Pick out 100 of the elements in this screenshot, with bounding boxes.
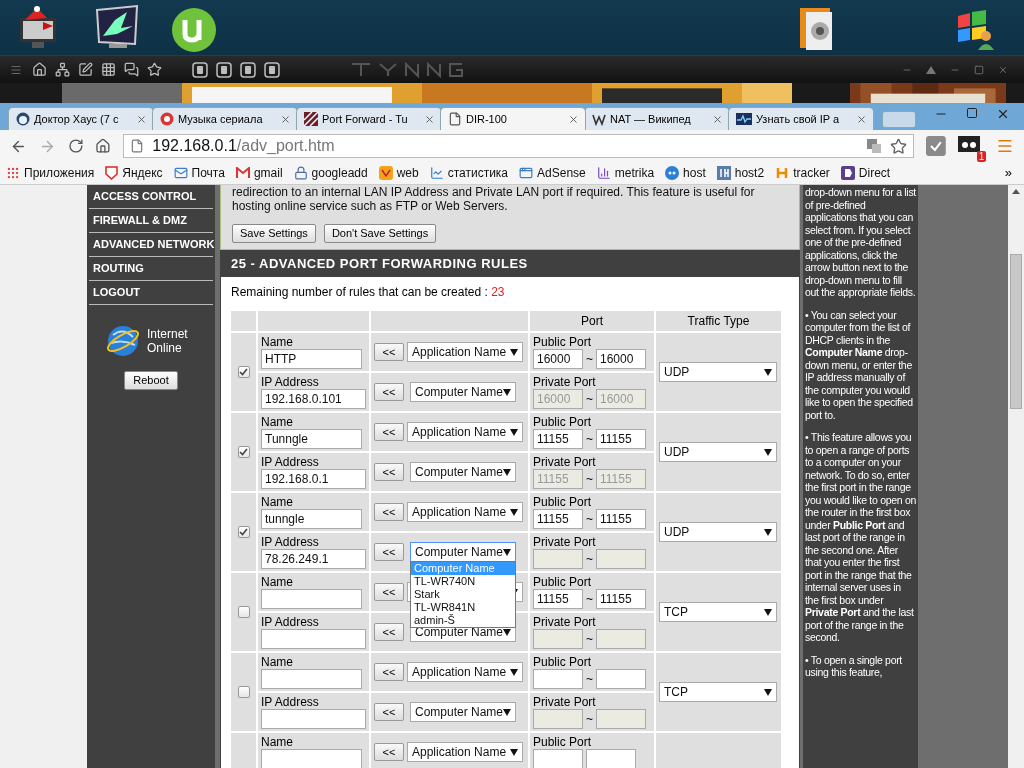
checkbox[interactable] bbox=[237, 446, 250, 458]
bookmark[interactable]: Яндекс bbox=[105, 164, 163, 182]
sidebar-item[interactable]: ACCESS CONTROL bbox=[89, 185, 213, 209]
sidebar-item[interactable]: LOGOUT bbox=[89, 281, 213, 305]
port-field[interactable] bbox=[533, 629, 583, 649]
fill-button[interactable]: << bbox=[374, 743, 404, 761]
more-bookmarks[interactable]: » bbox=[1004, 163, 1018, 183]
computer-select[interactable]: Computer Name bbox=[410, 462, 516, 482]
sidebar-item[interactable]: FIREWALL & DMZ bbox=[89, 209, 213, 233]
port-field[interactable]: 11155 bbox=[533, 589, 583, 609]
ip-address-field[interactable]: 192.168.0.101 bbox=[261, 389, 366, 409]
port-field[interactable] bbox=[596, 629, 646, 649]
traffic-type-select[interactable]: TCP bbox=[659, 602, 777, 622]
dropdown-option[interactable]: Stark bbox=[411, 588, 515, 601]
application-select[interactable]: Application Name bbox=[407, 502, 523, 522]
port-field[interactable]: 11155 bbox=[533, 509, 583, 529]
computer-select[interactable]: Computer Name bbox=[410, 382, 516, 402]
application-select[interactable]: Application Name bbox=[407, 742, 523, 762]
mu-circle-icon[interactable] bbox=[170, 6, 218, 52]
bookmark[interactable]: metrika bbox=[596, 164, 655, 182]
chat-icon[interactable] bbox=[124, 62, 139, 77]
ip-address-field[interactable]: 192.168.0.1 bbox=[261, 469, 366, 489]
screen-bird-icon[interactable] bbox=[93, 4, 141, 50]
scroll-up-icon[interactable] bbox=[1012, 189, 1020, 194]
menu-icon[interactable] bbox=[10, 63, 22, 76]
close-icon[interactable] bbox=[280, 113, 291, 125]
port-field[interactable]: 16000 bbox=[596, 349, 646, 369]
name-field[interactable]: Tunngle bbox=[261, 429, 362, 449]
browser-tab[interactable]: Музыка сериала bbox=[152, 107, 298, 130]
check-square-icon[interactable] bbox=[926, 136, 947, 156]
sidebar-item[interactable]: ADVANCED NETWORK bbox=[89, 233, 213, 257]
name-field[interactable] bbox=[261, 749, 362, 768]
star-icon[interactable] bbox=[147, 62, 162, 77]
port-field[interactable]: 11155 bbox=[533, 429, 583, 449]
monitor-icon[interactable] bbox=[17, 6, 59, 50]
edit-icon[interactable] bbox=[78, 62, 93, 77]
browser-tab[interactable]: Узнать свой IP а bbox=[728, 107, 874, 130]
port-field[interactable] bbox=[586, 749, 636, 768]
bookmark[interactable]: tracker bbox=[775, 164, 830, 182]
scrollbar[interactable] bbox=[1008, 185, 1024, 768]
name-field[interactable] bbox=[261, 589, 362, 609]
bookmark[interactable]: статистика bbox=[429, 164, 509, 182]
reboot-button[interactable]: Reboot bbox=[124, 371, 178, 390]
application-select[interactable]: Application Name bbox=[407, 422, 523, 442]
checkbox[interactable] bbox=[237, 686, 250, 698]
address-bar[interactable]: 192.168.0.1/adv_port.htm bbox=[123, 134, 915, 158]
checkbox[interactable] bbox=[237, 526, 250, 538]
scrollbar-thumb[interactable] bbox=[1010, 254, 1022, 409]
bookmark[interactable]: host2 bbox=[716, 164, 765, 182]
home-icon[interactable] bbox=[95, 138, 112, 154]
ip-address-field[interactable] bbox=[261, 629, 366, 649]
fill-button[interactable]: << bbox=[374, 423, 404, 441]
dropdown-option[interactable]: TL-WR740N bbox=[411, 575, 515, 588]
port-field[interactable] bbox=[533, 709, 583, 729]
browser-tab[interactable]: Доктор Хаус (7 с bbox=[8, 107, 154, 130]
close-icon[interactable] bbox=[424, 113, 435, 125]
ip-address-field[interactable] bbox=[261, 709, 366, 729]
port-field[interactable]: 11155 bbox=[596, 589, 646, 609]
home-icon[interactable] bbox=[32, 62, 47, 77]
bookmark[interactable]: web bbox=[378, 164, 419, 182]
bookmark[interactable]: Почта bbox=[173, 164, 225, 182]
traffic-type-select[interactable]: TCP bbox=[659, 682, 777, 702]
fill-button[interactable]: << bbox=[374, 663, 404, 681]
browser-tab[interactable]: NAT — Википед bbox=[584, 107, 730, 130]
fill-button[interactable]: << bbox=[374, 383, 404, 401]
name-field[interactable]: tunngle bbox=[261, 509, 362, 529]
port-field[interactable] bbox=[596, 549, 646, 569]
fill-button[interactable]: << bbox=[374, 543, 404, 561]
traffic-type-select[interactable]: UDP bbox=[659, 522, 777, 542]
star-icon[interactable] bbox=[890, 137, 908, 155]
translate-icon[interactable] bbox=[866, 138, 883, 154]
port-field[interactable] bbox=[533, 749, 583, 768]
port-field[interactable]: 11155 bbox=[596, 429, 646, 449]
dropdown-option[interactable]: TL-WR841N bbox=[411, 601, 515, 614]
triangle-icon[interactable] bbox=[926, 65, 936, 74]
computer-select[interactable]: Computer Name bbox=[410, 702, 516, 722]
checkbox[interactable] bbox=[237, 606, 250, 618]
close-icon[interactable] bbox=[712, 113, 723, 125]
ip-address-field[interactable]: 78.26.249.1 bbox=[261, 549, 366, 569]
name-field[interactable]: HTTP bbox=[261, 349, 362, 369]
close-icon[interactable] bbox=[856, 113, 867, 125]
traffic-type-select[interactable]: UDP bbox=[659, 362, 777, 382]
close-icon[interactable] bbox=[996, 107, 1010, 121]
network-icon[interactable] bbox=[55, 62, 70, 77]
bookmark[interactable]: AdSense bbox=[519, 164, 586, 182]
settings-button[interactable]: Don't Save Settings bbox=[323, 224, 437, 243]
browser-tab[interactable]: Port Forward - Tu bbox=[296, 107, 442, 130]
maximize-icon[interactable] bbox=[966, 107, 978, 119]
settings-button[interactable]: Save Settings bbox=[232, 224, 316, 243]
fill-button[interactable]: << bbox=[374, 343, 404, 361]
checkbox[interactable] bbox=[237, 366, 250, 378]
fill-button[interactable]: << bbox=[374, 703, 404, 721]
speaker-document-icon[interactable] bbox=[798, 6, 834, 52]
browser-tab[interactable]: DIR-100 bbox=[440, 107, 586, 130]
fill-button[interactable]: << bbox=[374, 583, 404, 601]
sidebar-item[interactable]: ROUTING bbox=[89, 257, 213, 281]
port-field[interactable]: 16000 bbox=[533, 349, 583, 369]
bookmark[interactable]: gmail bbox=[235, 164, 283, 182]
computer-select[interactable]: Computer Name bbox=[410, 542, 516, 562]
application-select[interactable]: Application Name bbox=[407, 342, 523, 362]
